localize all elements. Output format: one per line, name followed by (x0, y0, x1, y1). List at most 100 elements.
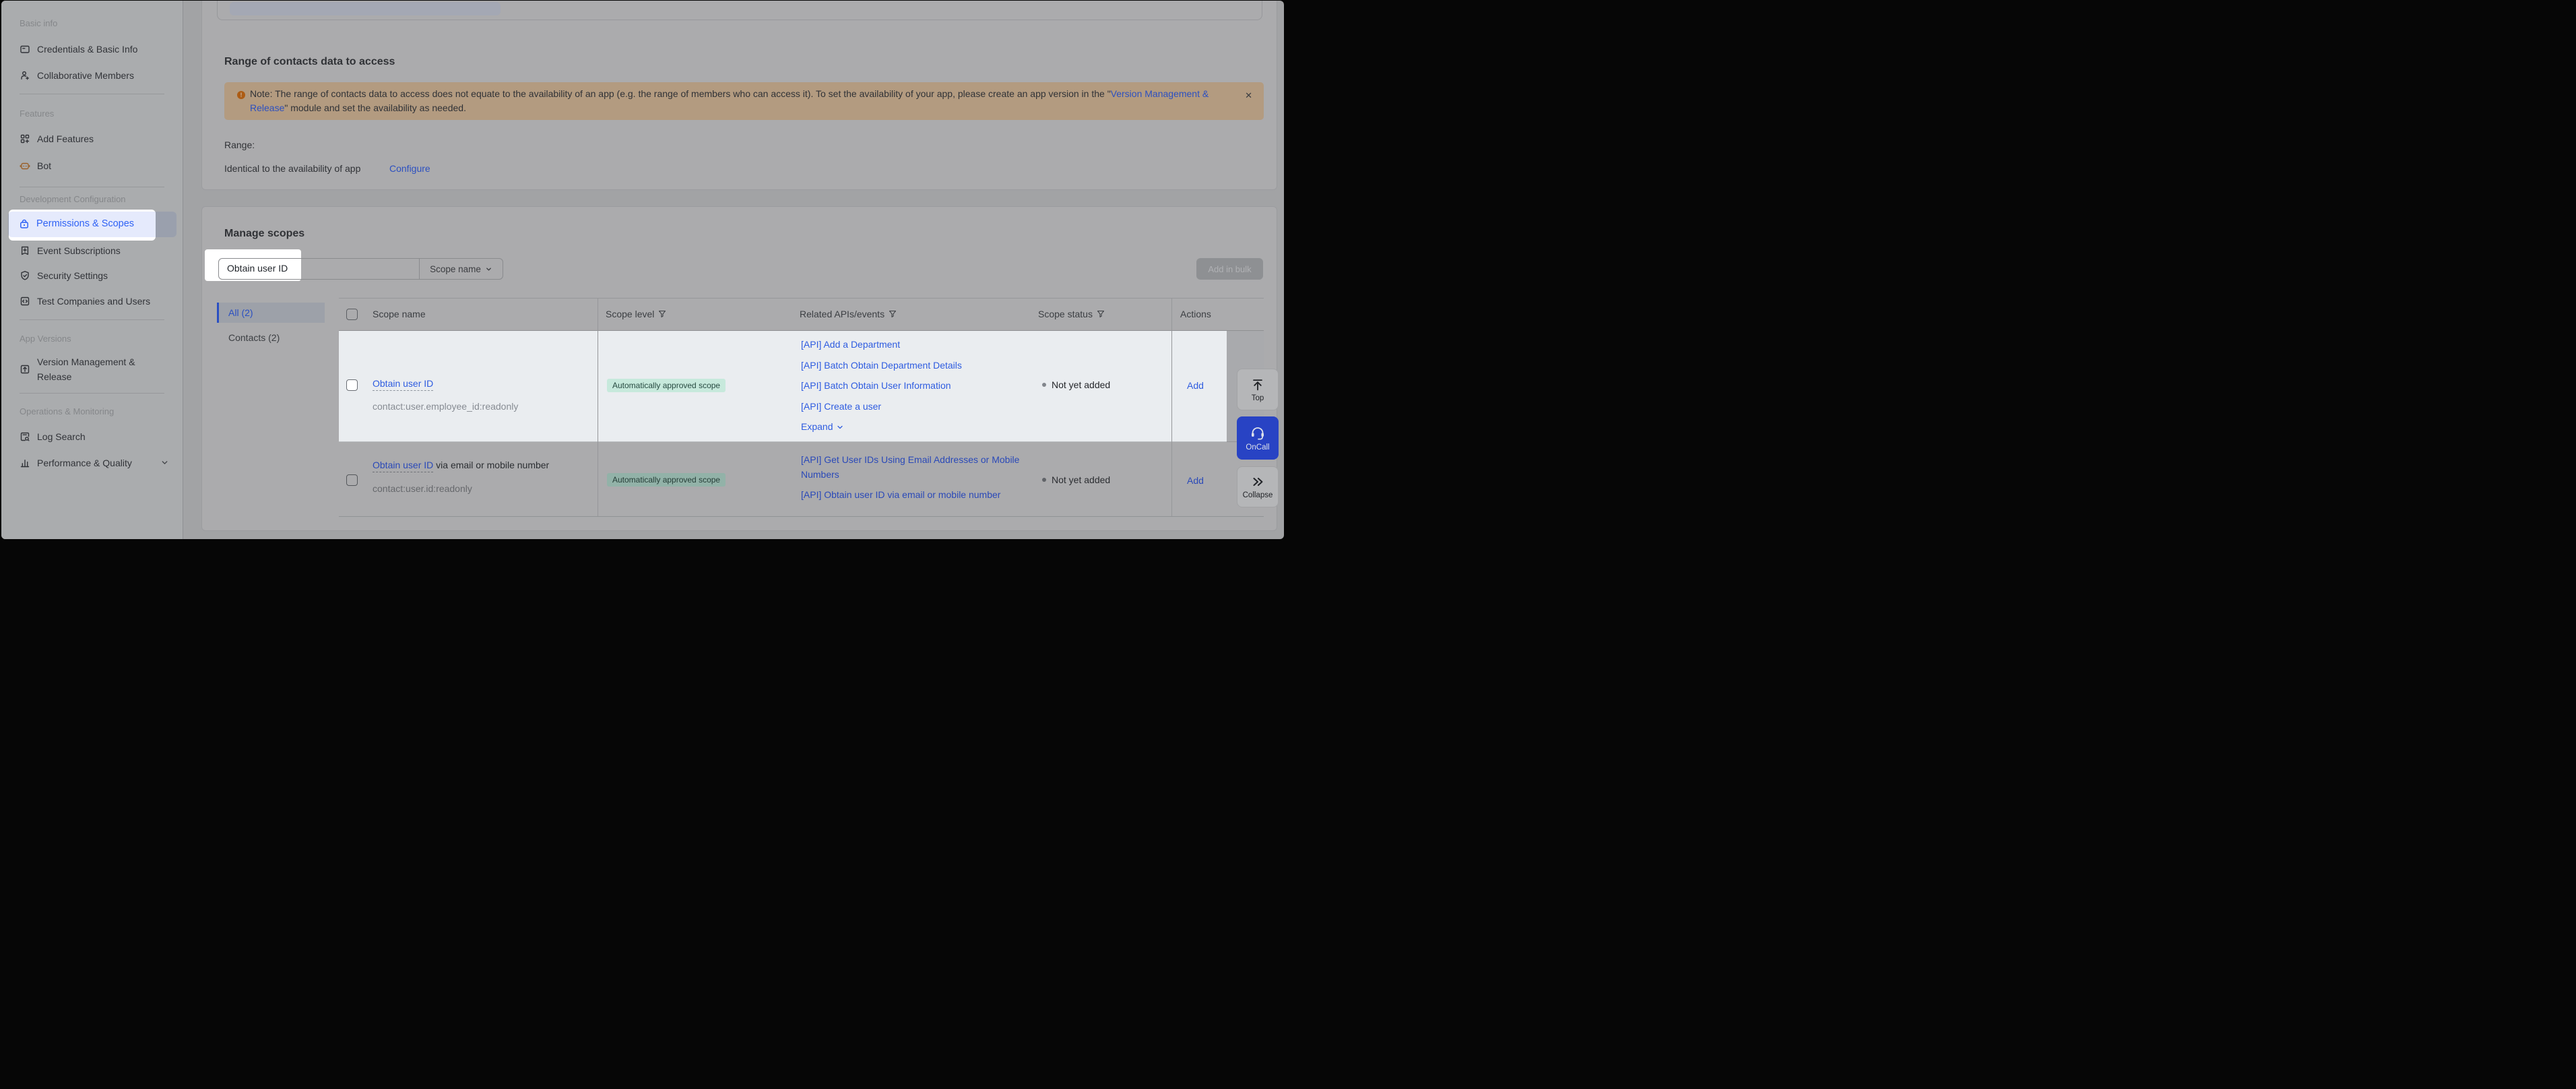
button-label: Top (1252, 394, 1264, 402)
sidebar-item-bot[interactable]: Bot (1, 156, 183, 176)
api-link[interactable]: [API] Create a user (801, 400, 962, 414)
upload-box-icon (20, 364, 30, 375)
sidebar-item-label: Add Features (37, 133, 94, 144)
chevron-down-icon[interactable] (160, 458, 169, 467)
sidebar-item-label: Permissions & Scopes (36, 218, 134, 229)
related-apis-list: [API] Get User IDs Using Email Addresses… (801, 453, 1023, 503)
add-in-bulk-button[interactable]: Add in bulk (1196, 258, 1263, 280)
search-input[interactable]: Obtain user ID (227, 263, 288, 274)
double-chevron-right-icon (1250, 474, 1265, 489)
row-checkbox[interactable] (346, 379, 358, 391)
filter-icon[interactable] (658, 310, 666, 318)
person-add-icon (20, 70, 30, 81)
scope-name-dropdown[interactable]: Scope name (419, 259, 503, 279)
select-all-checkbox[interactable] (346, 309, 358, 320)
sidebar-item-label: Performance & Quality (37, 458, 132, 468)
sidebar-section-operations: Operations & Monitoring (20, 406, 114, 416)
sidebar-item-permissions-scopes[interactable]: Permissions & Scopes (9, 212, 156, 237)
chevron-down-icon (836, 423, 844, 431)
sidebar-section-app-versions: App Versions (20, 334, 71, 344)
sidebar-item-label: Event Subscriptions (37, 245, 121, 256)
button-label: Collapse (1243, 491, 1273, 499)
sidebar-divider (20, 319, 164, 320)
collapse-button[interactable]: Collapse (1237, 466, 1279, 507)
col-header-related-apis: Related APIs/events (800, 309, 897, 319)
api-link[interactable]: [API] Obtain user ID via email or mobile… (801, 488, 1023, 503)
note-banner: ! Note: The range of contacts data to ac… (224, 82, 1264, 120)
add-action-link[interactable]: Add (1187, 475, 1204, 486)
scope-name-link[interactable]: Obtain user ID (373, 378, 433, 391)
sidebar-item-test-companies[interactable]: Test Companies and Users (1, 291, 183, 311)
shield-check-icon (20, 270, 30, 281)
tab-label: Contacts (2) (228, 332, 280, 343)
range-label: Range: (224, 139, 255, 150)
add-action-link[interactable]: Add (1187, 380, 1204, 391)
bar-chart-icon (20, 458, 30, 468)
col-header-scope-status: Scope status (1038, 309, 1105, 319)
status-dot-icon (1042, 383, 1046, 387)
sidebar: Basic info Credentials & Basic Info Coll… (1, 1, 183, 539)
id-card-icon (20, 44, 30, 55)
tab-label: All (2) (228, 307, 253, 318)
section-title: Range of contacts data to access (224, 56, 395, 68)
sidebar-item-performance-quality[interactable]: Performance & Quality (1, 453, 183, 473)
row-bottom-border (339, 516, 1264, 517)
scope-name-cell: Obtain user ID via email or mobile numbe… (373, 460, 549, 470)
tab-contacts[interactable]: Contacts (2) (217, 328, 325, 348)
filter-icon[interactable] (1097, 310, 1105, 318)
scope-name-link[interactable]: Obtain user ID (373, 460, 433, 472)
configure-link[interactable]: Configure (389, 163, 430, 174)
sidebar-item-add-features[interactable]: Add Features (1, 129, 183, 149)
tab-all[interactable]: All (2) (217, 303, 325, 323)
spotlight-sidebar: Permissions & Scopes (9, 210, 156, 241)
scroll-top-icon (1250, 377, 1265, 392)
sidebar-section-dev-config: Development Configuration (20, 194, 126, 204)
sidebar-item-label: Bot (37, 160, 51, 171)
col-header-scope-name: Scope name (373, 309, 426, 319)
sidebar-divider (20, 393, 164, 394)
dropdown-value: Scope name (430, 264, 481, 274)
scrolled-bar-partial (230, 2, 501, 15)
sidebar-item-event-subscriptions[interactable]: Event Subscriptions (1, 241, 183, 261)
scope-code: contact:user.id:readonly (373, 483, 472, 494)
button-label: OnCall (1246, 443, 1269, 452)
bookmark-add-icon (20, 245, 30, 256)
sidebar-item-label: Version Management & Release (37, 354, 162, 384)
sidebar-item-security-settings[interactable]: Security Settings (1, 266, 183, 286)
filter-icon[interactable] (889, 310, 897, 318)
expand-link[interactable]: Expand (801, 420, 962, 435)
api-link[interactable]: [API] Batch Obtain User Information (801, 379, 962, 394)
status-cell: Not yet added (1042, 379, 1110, 390)
col-header-scope-level: Scope level (606, 309, 666, 319)
sidebar-item-credentials[interactable]: Credentials & Basic Info (1, 39, 183, 59)
sidebar-item-version-management[interactable]: Version Management & Release (1, 354, 183, 384)
oncall-button[interactable]: OnCall (1237, 416, 1279, 460)
range-card: Range of contacts data to access ! Note:… (201, 1, 1277, 190)
robot-icon (20, 160, 30, 171)
doc-search-icon (20, 431, 30, 442)
api-link[interactable]: [API] Get User IDs Using Email Addresses… (801, 453, 1023, 482)
sidebar-item-log-search[interactable]: Log Search (1, 427, 183, 447)
code-box-icon (20, 296, 30, 307)
range-value: Identical to the availability of app (224, 163, 360, 174)
grid-add-icon (20, 133, 30, 144)
scope-search-box: Obtain user ID Scope name (218, 258, 503, 280)
status-dot-icon (1042, 478, 1046, 482)
warning-icon: ! (237, 91, 245, 99)
close-icon[interactable]: ✕ (1245, 90, 1252, 101)
table-top-border (339, 298, 1264, 299)
col-header-actions: Actions (1180, 309, 1211, 319)
related-apis-list: [API] Add a Department [API] Batch Obtai… (801, 338, 962, 435)
note-text: Note: The range of contacts data to acce… (250, 87, 1240, 116)
api-link[interactable]: [API] Batch Obtain Department Details (801, 359, 962, 373)
scroll-top-button[interactable]: Top (1237, 369, 1279, 410)
app-window: Basic info Credentials & Basic Info Coll… (1, 1, 1284, 539)
api-link[interactable]: [API] Add a Department (801, 338, 962, 352)
sidebar-item-label: Collaborative Members (37, 70, 134, 81)
scope-code: contact:user.employee_id:readonly (373, 401, 518, 412)
row-checkbox[interactable] (346, 474, 358, 486)
sidebar-item-label: Credentials & Basic Info (37, 44, 137, 55)
status-cell: Not yet added (1042, 474, 1110, 485)
sidebar-section-basic-info: Basic info (20, 18, 57, 28)
sidebar-item-collaborative-members[interactable]: Collaborative Members (1, 65, 183, 86)
